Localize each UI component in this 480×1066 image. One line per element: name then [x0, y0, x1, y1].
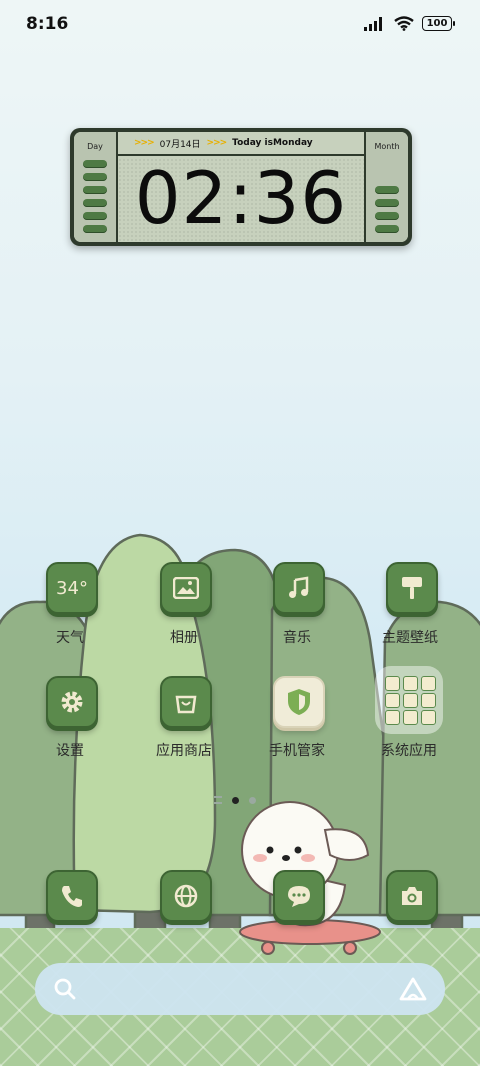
gear-icon: [61, 691, 83, 713]
settings-app-label[interactable]: 设置: [20, 740, 120, 760]
day-panel: Day: [74, 132, 118, 242]
phone-icon: [62, 886, 82, 907]
paint-roller-icon: [402, 577, 422, 599]
system-apps-label[interactable]: 系统应用: [359, 740, 459, 760]
app-store-label[interactable]: 应用商店: [134, 740, 234, 760]
gallery-app-icon[interactable]: [160, 562, 212, 614]
chevron-icon: >>>: [206, 138, 228, 148]
phone-app-icon[interactable]: [46, 870, 98, 922]
weather-temperature: 34°: [56, 577, 88, 599]
weather-app-icon[interactable]: 34°: [46, 562, 98, 614]
security-app-icon[interactable]: [273, 676, 325, 728]
app-store-icon[interactable]: [160, 676, 212, 728]
shield-icon: [288, 689, 310, 715]
weekday-text: Today isMonday: [232, 138, 313, 148]
month-panel: Month: [364, 132, 408, 242]
chat-bubble-icon: [288, 886, 310, 907]
battery-indicator: 100: [422, 16, 455, 31]
camera-app-icon[interactable]: [386, 870, 438, 922]
status-time: 8:16: [26, 14, 69, 34]
status-bar: 8:16 100: [0, 0, 480, 50]
status-icons: 100: [364, 16, 455, 31]
clock-time: 02:36: [118, 158, 364, 242]
security-app-label[interactable]: 手机管家: [247, 740, 347, 760]
month-label: Month: [374, 142, 400, 151]
themes-app-label[interactable]: 主题壁纸: [360, 627, 460, 647]
browser-app-icon[interactable]: [160, 870, 212, 922]
signal-icon: [364, 16, 382, 31]
image-icon: [173, 577, 199, 599]
system-apps-folder[interactable]: [375, 666, 443, 734]
globe-icon: [174, 884, 198, 908]
day-label: Day: [87, 142, 103, 151]
themes-app-icon[interactable]: [386, 562, 438, 614]
music-app-label[interactable]: 音乐: [247, 627, 347, 647]
gallery-app-label[interactable]: 相册: [134, 627, 234, 647]
weather-app-label[interactable]: 天气: [20, 627, 120, 647]
messages-app-icon[interactable]: [273, 870, 325, 922]
assistant-icon[interactable]: [399, 977, 427, 1001]
music-app-icon[interactable]: [273, 562, 325, 614]
search-bar[interactable]: [35, 963, 445, 1015]
clock-widget[interactable]: Day >>> 07月14日 >>> Today isMonday 02:36 …: [70, 128, 412, 246]
date-strip: >>> 07月14日 >>> Today isMonday: [118, 132, 364, 156]
chevron-icon: >>>: [134, 138, 155, 148]
list-indicator-icon: [214, 796, 222, 804]
camera-icon: [402, 887, 422, 905]
settings-app-icon[interactable]: [46, 676, 98, 728]
date-text: 07月14日: [159, 139, 201, 150]
shopping-bag-icon: [175, 695, 197, 714]
music-note-icon: [289, 576, 309, 598]
wifi-icon: [394, 16, 414, 31]
search-icon: [54, 978, 76, 1000]
